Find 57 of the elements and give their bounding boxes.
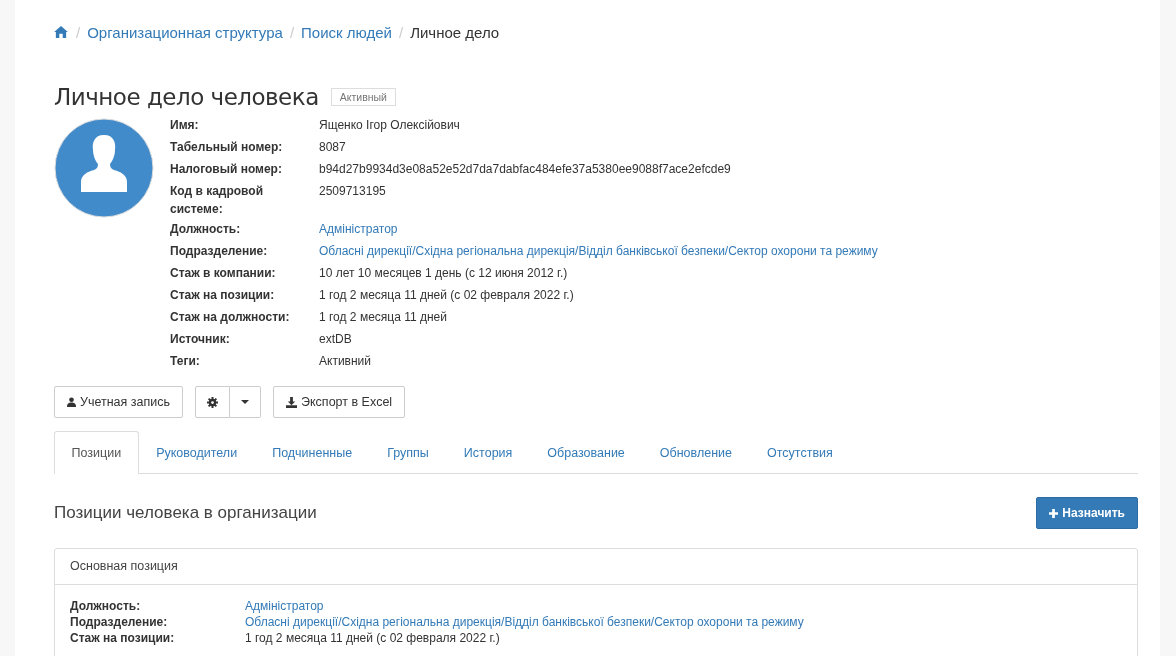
field-label: Подразделение:	[170, 243, 269, 260]
caret-icon	[241, 400, 249, 404]
field-label: Стаж в компании:	[170, 265, 277, 282]
field-label: Налоговый номер:	[170, 161, 283, 178]
breadcrumb-separator: /	[76, 23, 81, 41]
tab[interactable]: Образование	[529, 431, 643, 473]
tab[interactable]: Подчиненные	[254, 431, 370, 473]
tab[interactable]: История	[446, 431, 530, 473]
field-label: Стаж на позиции:	[170, 287, 276, 304]
field-label: Стаж на позиции:	[70, 630, 176, 646]
settings-button[interactable]	[195, 386, 230, 418]
tab[interactable]: Группы	[369, 431, 447, 473]
field-link[interactable]: Обласні дирекції/Східна регіональна дирекція/Відділ банківської безпеки/Сектор охорони та режиму	[319, 242, 878, 260]
field-value: extDB	[319, 331, 352, 348]
field-value: 1 год 2 месяца 11 дней (с 02 февраля 2022 г.)	[245, 630, 500, 646]
home-icon[interactable]	[54, 26, 68, 38]
avatar-icon	[54, 118, 154, 218]
tab[interactable]: Руководители	[138, 431, 255, 473]
field-link[interactable]: Адміністратор	[319, 220, 398, 238]
field-label: Подразделение:	[70, 614, 169, 630]
field-value: 8087	[319, 139, 346, 156]
page-title: Личное дело человека	[54, 84, 319, 110]
field-link[interactable]: Обласні дирекції/Східна регіональна дирекція/Відділ банківської безпеки/Сектор охорони та режиму	[245, 614, 804, 630]
field-value: Ященко Ігор Олексійович	[319, 117, 460, 134]
field-label: Теги:	[170, 353, 201, 370]
assign-button[interactable]: Назначить	[1036, 497, 1138, 529]
account-button[interactable]: Учетная запись	[54, 386, 183, 418]
field-label: Код в кадровой системе:	[170, 183, 265, 218]
field-value: 2509713195	[319, 183, 386, 200]
tab[interactable]: Отсутствия	[749, 431, 851, 473]
field-value: 1 год 2 месяца 11 дней (с 02 февраля 2022 г.)	[319, 287, 574, 304]
field-label: Должность:	[70, 598, 142, 614]
breadcrumb-link[interactable]: Поиск людей	[301, 23, 392, 41]
field-label: Источник:	[170, 331, 231, 348]
tab[interactable]: Обновление	[642, 431, 750, 473]
field-link[interactable]: Адміністратор	[245, 598, 324, 614]
field-value: 10 лет 10 месяцев 1 день (с 12 июня 2012 г.)	[319, 265, 568, 282]
field-label: Табельный номер:	[170, 139, 284, 156]
field-value: Активний	[319, 353, 371, 370]
settings-icon	[207, 396, 218, 408]
field-value: 1 год 2 месяца 11 дней	[319, 309, 447, 326]
breadcrumb-link[interactable]: Организационная структура	[87, 23, 283, 41]
section-heading: Позиции человека в организации	[54, 503, 317, 523]
breadcrumb-separator: /	[398, 23, 404, 41]
field-value: b94d27b9934d3e08a52e52d7da7dabfac484efe37a5380ee9088f7ace2efcde9	[319, 161, 731, 178]
field-label: Стаж на должности:	[170, 309, 291, 326]
tab[interactable]: Позиции	[54, 431, 139, 474]
user-icon	[67, 397, 76, 407]
field-label: Имя:	[170, 117, 200, 134]
status-badge: Активный	[330, 88, 396, 106]
plus-icon	[1049, 508, 1059, 518]
download-icon	[286, 396, 297, 408]
field-label: Должность:	[170, 221, 242, 238]
breadcrumb-separator: /	[289, 23, 295, 41]
breadcrumb-current: Личное дело	[410, 23, 500, 41]
export-button[interactable]: Экспорт в Excel	[273, 386, 406, 418]
panel-title: Основная позиция	[70, 559, 178, 573]
